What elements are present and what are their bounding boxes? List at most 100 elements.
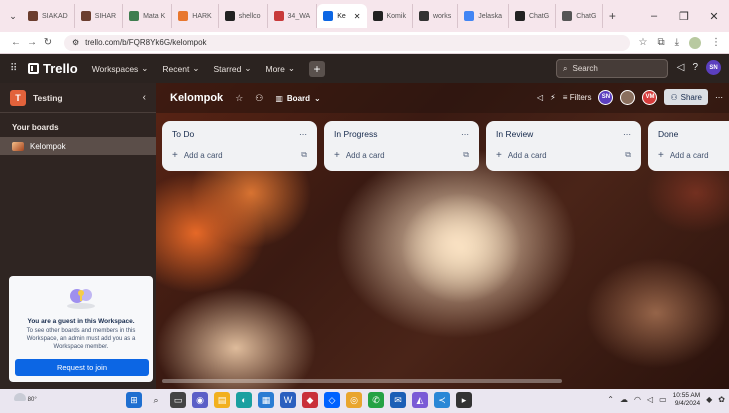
download-icon[interactable]: ⤓	[675, 37, 679, 48]
tab-label: SIHAR	[94, 12, 117, 20]
sidebar-board-kelompok[interactable]: Kelompok	[0, 137, 156, 155]
battery-icon[interactable]: ▭	[659, 395, 667, 404]
browser-tab[interactable]: Mata K	[123, 4, 173, 28]
list-title[interactable]: In Review	[496, 129, 533, 139]
back-icon[interactable]: ←	[8, 37, 24, 48]
new-tab-button[interactable]: +	[603, 9, 621, 23]
extensions-icon[interactable]: ⧉	[657, 37, 664, 48]
edge-icon[interactable]: ◐	[236, 392, 252, 408]
request-to-join-button[interactable]: Request to join	[15, 359, 149, 377]
list-menu-icon[interactable]: ⋯	[461, 130, 469, 139]
member-avatar-vm[interactable]: VM	[642, 89, 658, 105]
menu-workspaces[interactable]: Workspaces ⌄	[92, 63, 149, 74]
notification-bell-icon[interactable]: ◆	[706, 395, 712, 404]
tab-search-chevron-icon[interactable]: ⌄	[4, 7, 22, 25]
weather-widget[interactable]: 80°	[14, 393, 42, 409]
menu-more[interactable]: More ⌄	[265, 63, 295, 74]
list-title[interactable]: In Progress	[334, 129, 377, 139]
chrome-icon[interactable]: ◎	[346, 392, 362, 408]
clock[interactable]: 10:55 AM 9/4/2024	[673, 392, 700, 408]
browser-tab[interactable]: 34_WA	[268, 4, 318, 28]
menu-starred[interactable]: Starred ⌄	[213, 63, 251, 74]
browser-tab[interactable]: HARK	[172, 4, 219, 28]
site-info-icon[interactable]: ⚙	[72, 38, 79, 47]
add-card-button[interactable]: +Add a card⧉	[496, 146, 631, 164]
browser-tab[interactable]: shellco	[219, 4, 268, 28]
app-icon[interactable]: ◭	[412, 392, 428, 408]
store-icon[interactable]: ▦	[258, 392, 274, 408]
outlook-icon[interactable]: ✉	[390, 392, 406, 408]
whatsapp-icon[interactable]: ✆	[368, 392, 384, 408]
add-card-button[interactable]: +Add a card⧉	[334, 146, 469, 164]
restore-icon[interactable]: ❐	[669, 10, 699, 23]
share-button[interactable]: ⚇ Share	[664, 89, 708, 105]
volume-icon[interactable]: ◁	[647, 395, 653, 404]
dropbox-icon[interactable]: ◇	[324, 392, 340, 408]
your-boards-heading: Your boards	[12, 123, 59, 132]
vscode-icon[interactable]: ≺	[434, 392, 450, 408]
power-ups-icon[interactable]: ◁	[537, 93, 543, 102]
board-horizontal-scrollbar[interactable]	[162, 379, 562, 383]
bookmark-star-icon[interactable]: ☆	[638, 37, 647, 48]
task-view-icon[interactable]: ▭	[170, 392, 186, 408]
board-title[interactable]: Kelompok	[170, 92, 223, 104]
word-icon[interactable]: W	[280, 392, 296, 408]
list-menu-icon[interactable]: ⋯	[623, 130, 631, 139]
help-icon[interactable]: ?	[692, 62, 698, 73]
board-view-switcher[interactable]: ▥ Board ⌄	[275, 94, 320, 103]
browser-tab[interactable]: SIAKAD	[22, 4, 75, 28]
create-button[interactable]: +	[308, 60, 325, 77]
list-title[interactable]: Done	[658, 129, 678, 139]
board-menu-icon[interactable]: ⋯	[715, 93, 723, 102]
notifications-icon[interactable]: ◁	[677, 62, 685, 73]
tab-favicon-icon	[323, 11, 334, 21]
card-template-icon[interactable]: ⧉	[625, 150, 631, 160]
tray-overflow-icon[interactable]: ⌃	[607, 395, 614, 404]
list-title[interactable]: To Do	[172, 129, 194, 139]
search-input[interactable]: ⌕ Search	[556, 59, 668, 78]
minimize-icon[interactable]: –	[639, 10, 669, 22]
filters-button[interactable]: ≡ Filters	[563, 93, 592, 102]
account-avatar[interactable]: SN	[706, 60, 721, 75]
visibility-icon[interactable]: ⚇	[255, 93, 263, 104]
menu-recent[interactable]: Recent ⌄	[162, 63, 199, 74]
profile-avatar[interactable]	[689, 36, 701, 49]
browser-tab[interactable]: Jelaska	[458, 4, 509, 28]
browser-tab[interactable]: ChatG	[509, 4, 557, 28]
collapse-sidebar-icon[interactable]: ‹	[143, 92, 146, 103]
taskbar-search-icon[interactable]: ⌕	[148, 392, 164, 408]
star-icon[interactable]: ☆	[235, 93, 243, 104]
workspace-name[interactable]: Testing	[33, 93, 136, 103]
terminal-icon[interactable]: ▸	[456, 392, 472, 408]
close-window-icon[interactable]: ✕	[699, 10, 729, 23]
browser-tab-active[interactable]: Ke ✕	[317, 4, 367, 28]
chat-icon[interactable]: ◉	[192, 392, 208, 408]
add-card-button[interactable]: +Add a card⧉	[172, 146, 307, 164]
browser-tab[interactable]: Komik	[367, 4, 413, 28]
security-icon[interactable]: ◆	[302, 392, 318, 408]
trello-logo[interactable]: Trello	[28, 61, 78, 76]
copilot-icon[interactable]: ✿	[718, 395, 725, 404]
board-canvas: Kelompok ☆ ⚇ ▥ Board ⌄ ◁ ⚡ ≡ Filters SN …	[156, 83, 729, 389]
tab-close-icon[interactable]: ✕	[354, 12, 361, 21]
browser-tab[interactable]: SIHAR	[75, 4, 124, 28]
browser-tab[interactable]: ChatG	[556, 4, 604, 28]
card-template-icon[interactable]: ⧉	[301, 150, 307, 160]
automation-icon[interactable]: ⚡	[550, 93, 556, 102]
windows-start-icon[interactable]: ⊞	[126, 392, 142, 408]
member-avatar-sn[interactable]: SN	[598, 89, 614, 105]
reload-icon[interactable]: ↻	[40, 37, 56, 48]
browser-menu-icon[interactable]: ⋮	[711, 37, 721, 48]
onedrive-icon[interactable]: ☁	[620, 395, 628, 404]
list-menu-icon[interactable]: ⋯	[299, 130, 307, 139]
taskbar-apps: ⊞ ⌕ ▭ ◉ ▤ ◐ ▦ W ◆ ◇ ◎ ✆ ✉ ◭ ≺ ▸	[126, 392, 472, 408]
forward-icon[interactable]: →	[24, 37, 40, 48]
file-explorer-icon[interactable]: ▤	[214, 392, 230, 408]
wifi-icon[interactable]: ◠	[634, 395, 641, 404]
add-card-button[interactable]: +Add a card⧉	[658, 146, 729, 164]
browser-tab[interactable]: works	[413, 4, 459, 28]
card-template-icon[interactable]: ⧉	[463, 150, 469, 160]
app-switcher-icon[interactable]: ⠿	[10, 63, 24, 74]
member-avatar-photo[interactable]	[620, 89, 636, 105]
url-field[interactable]: ⚙ trello.com/b/FQR8Yk6G/kelompok	[64, 34, 631, 51]
